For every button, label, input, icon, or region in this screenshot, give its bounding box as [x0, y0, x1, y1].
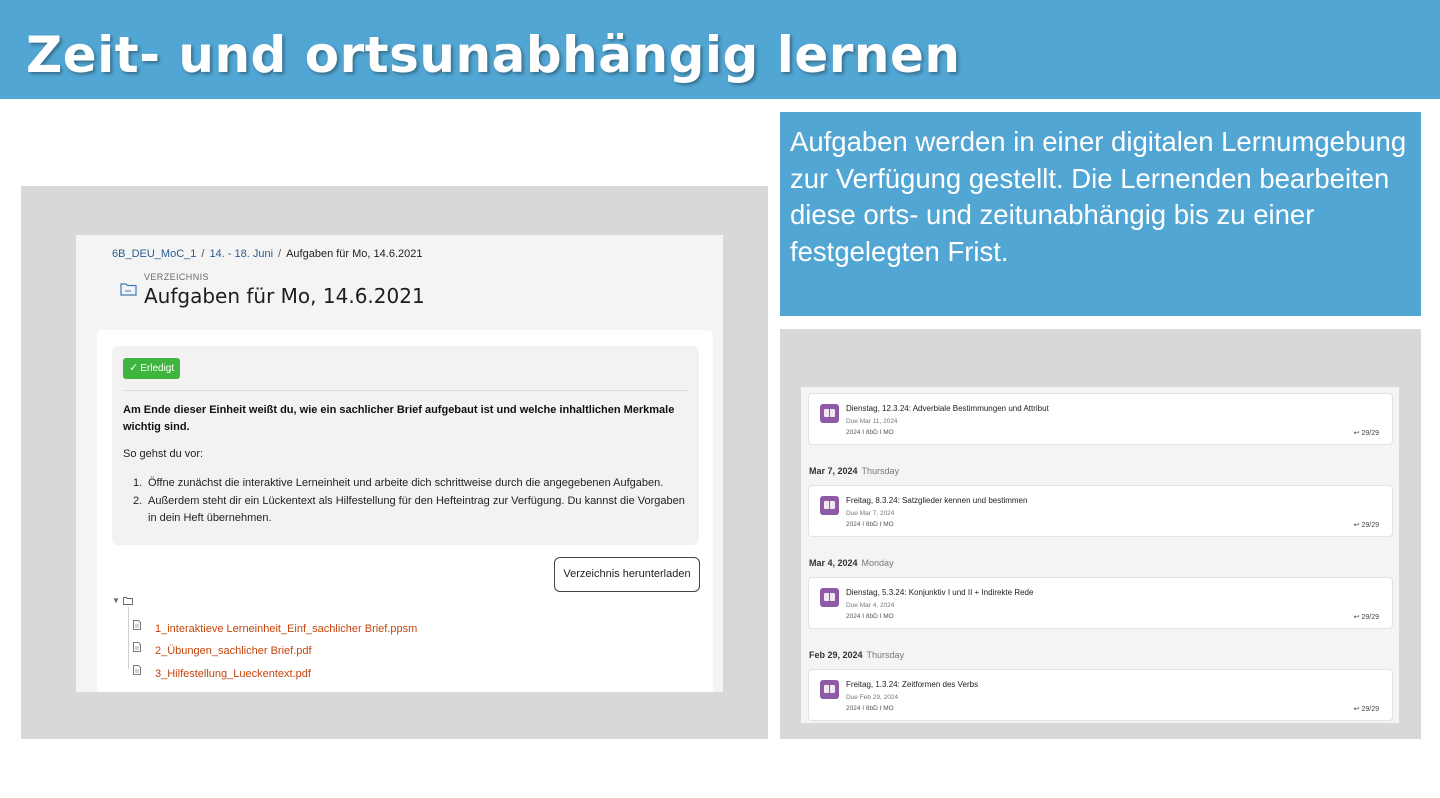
- folder-intro: ✓ Erledigt Am Ende dieser Einheit weißt d…: [112, 346, 699, 545]
- assignment-title: Dienstag, 12.3.24: Adverbiale Bestimmung…: [846, 404, 1049, 413]
- assignment-count: ↩ 29/29: [1354, 429, 1379, 437]
- assignment-title: Freitag, 1.3.24: Zeitformen des Verbs: [846, 680, 979, 689]
- instruction-step: 2. Außerdem steht dir ein Lückentext als …: [133, 495, 685, 524]
- file-icon: [133, 642, 141, 652]
- assignment-count: ↩ 29/29: [1354, 705, 1379, 713]
- assignment-count: ↩ 29/29: [1354, 613, 1379, 621]
- slide: Zeit- und ortsunabhängig lernen 6B_DEU_M…: [0, 0, 1440, 798]
- page-kicker: VERZEICHNIS: [144, 272, 209, 282]
- assignment-count-value: 29/29: [1361, 522, 1379, 529]
- tree-connector: [128, 607, 129, 669]
- date-group-header: Mar 7, 2024 Thursday: [809, 466, 899, 476]
- folder-icon: [123, 597, 133, 605]
- date-label: Mar 7, 2024: [809, 466, 858, 476]
- assignment-due: Due Feb 29, 2024: [846, 694, 899, 701]
- moodle-folder-page: 6B_DEU_MoC_1/14. - 18. Juni / Aufgaben für…: [76, 235, 723, 692]
- assignment-count-value: 29/29: [1361, 430, 1379, 437]
- assignment-due: Due Mar 11, 2024: [846, 418, 898, 425]
- completion-badge[interactable]: ✓ Erledigt: [123, 358, 181, 379]
- assignment-title: Freitag, 8.3.24: Satzglieder kennen und …: [846, 496, 1028, 505]
- slide-title: Zeit- und ortsunabhängig lernen: [26, 26, 961, 84]
- learning-goal: Am Ende dieser Einheit weißt du, wie ein…: [123, 404, 675, 433]
- assignment-class: 2024 I 8bD I MO: [846, 521, 894, 528]
- assignment-book-icon: [820, 496, 839, 515]
- file-link[interactable]: 3_Hilfestellung_Lueckentext.pdf: [155, 668, 311, 680]
- weekday-label: Monday: [861, 558, 894, 568]
- info-box: Aufgaben werden in einer digitalen Lernu…: [780, 112, 1421, 316]
- slide-header: Zeit- und ortsunabhängig lernen: [0, 0, 1440, 99]
- divider: [123, 390, 688, 391]
- file-link[interactable]: 2_Übungen_sachlicher Brief.pdf: [155, 645, 312, 657]
- page-title: Aufgaben für Mo, 14.6.2021: [144, 284, 425, 308]
- file-icon: [133, 620, 141, 630]
- completion-label: Erledigt: [140, 363, 175, 374]
- breadcrumb-current: Aufgaben für Mo, 14.6.2021: [286, 248, 423, 260]
- folder-content-card: ✓ Erledigt Am Ende dieser Einheit weißt d…: [97, 330, 713, 692]
- assignment-card[interactable]: Dienstag, 5.3.24: Konjunktiv I und II + …: [808, 577, 1393, 629]
- assignment-book-icon: [820, 404, 839, 423]
- instructions-list: 1. Öffne zunächst die interaktive Lernein…: [123, 475, 688, 528]
- check-icon: ✓: [129, 362, 139, 374]
- download-folder-button[interactable]: Verzeichnis herunterladen: [554, 557, 700, 592]
- assignment-count: ↩ 29/29: [1354, 521, 1379, 529]
- instruction-text: Außerdem steht dir ein Lückentext als Hi…: [148, 495, 685, 524]
- folder-icon: [120, 283, 137, 296]
- assignment-card[interactable]: Freitag, 8.3.24: Satzglieder kennen und …: [808, 485, 1393, 537]
- breadcrumb: 6B_DEU_MoC_1/14. - 18. Juni / Aufgaben für…: [112, 248, 423, 260]
- breadcrumb-course-link[interactable]: 6B_DEU_MoC_1: [112, 248, 196, 260]
- instruction-step: 1. Öffne zunächst die interaktive Lernein…: [133, 477, 664, 489]
- assignment-title: Dienstag, 5.3.24: Konjunktiv I und II + …: [846, 588, 1034, 597]
- assignment-class: 2024 I 8bD I MO: [846, 429, 894, 436]
- instructions-heading: So gehst du vor:: [123, 448, 204, 460]
- assignment-due: Due Mar 7, 2024: [846, 510, 895, 517]
- assignment-class: 2024 I 8bD I MO: [846, 613, 894, 620]
- date-group-header: Mar 4, 2024 Monday: [809, 558, 894, 568]
- file-icon: [133, 665, 141, 675]
- date-label: Mar 4, 2024: [809, 558, 858, 568]
- assignment-card[interactable]: Dienstag, 12.3.24: Adverbiale Bestimmung…: [808, 393, 1393, 445]
- info-text: Aufgaben werden in einer digitalen Lernu…: [790, 126, 1407, 267]
- tree-collapse-icon[interactable]: ▼: [112, 596, 120, 605]
- assignment-book-icon: [820, 588, 839, 607]
- weekday-label: Thursday: [866, 650, 905, 660]
- breadcrumb-week-link[interactable]: 14. - 18. Juni: [209, 248, 273, 260]
- file-link[interactable]: 1_interaktieve Lerneinheit_Einf_sachlich…: [155, 623, 417, 635]
- assignment-count-value: 29/29: [1361, 706, 1379, 713]
- weekday-label: Thursday: [861, 466, 900, 476]
- assignment-due: Due Mar 4, 2024: [846, 602, 895, 609]
- instruction-text: Öffne zunächst die interaktive Lerneinhe…: [148, 477, 664, 489]
- assignment-count-value: 29/29: [1361, 614, 1379, 621]
- assignment-book-icon: [820, 680, 839, 699]
- assignment-card[interactable]: Freitag, 1.3.24: Zeitformen des Verbs Du…: [808, 669, 1393, 721]
- date-group-header: Feb 29, 2024 Thursday: [809, 650, 904, 660]
- assignments-list: Dienstag, 12.3.24: Adverbiale Bestimmung…: [801, 387, 1399, 723]
- assignment-class: 2024 I 8bD I MO: [846, 705, 894, 712]
- date-label: Feb 29, 2024: [809, 650, 863, 660]
